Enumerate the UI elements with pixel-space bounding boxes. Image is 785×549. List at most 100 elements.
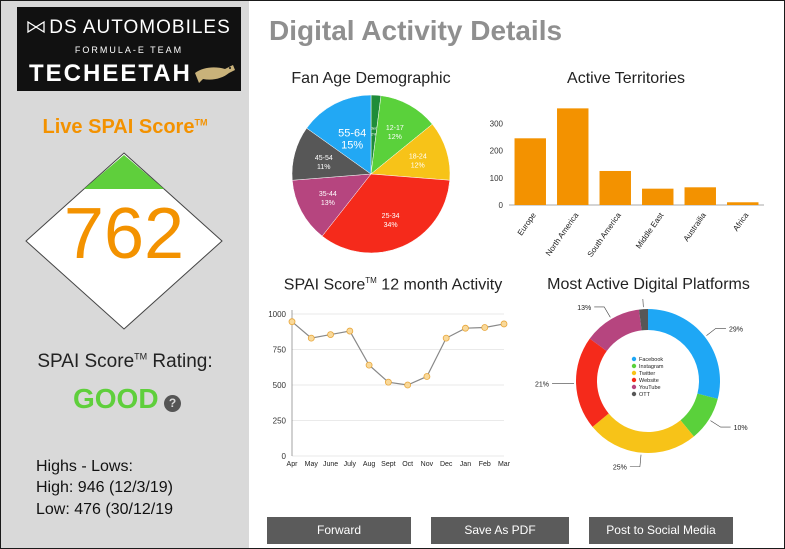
activity-line (291, 321, 505, 386)
high-value: High: 946 (12/3/19) (36, 479, 173, 496)
brand-team: FORMULA-E TEAM (74, 45, 184, 55)
activity-point (442, 334, 450, 342)
activity-chart-title: SPAI ScoreTM 12 month Activity (283, 276, 503, 294)
legend-swatch (631, 370, 637, 376)
platforms-donut-chart: 29% 10% 25% 21% 13% 2% FacebookInstagramTwitte… (535, 299, 748, 472)
activity-xtick: Oct (402, 461, 413, 468)
age-slice-pct: 12% (388, 134, 402, 141)
territories-bar (727, 202, 759, 205)
legend-label: Facebook (639, 357, 663, 363)
live-score-title: Live SPAI ScoreTM (42, 116, 208, 138)
help-icon[interactable]: ? (164, 395, 181, 412)
platform-pct-label: 29% (729, 326, 743, 333)
forward-button[interactable]: Forward (267, 517, 411, 544)
activity-xtick: Mar (498, 461, 511, 468)
activity-point (500, 320, 508, 328)
territories-xtick: Europe (516, 211, 538, 238)
activity-xtick: Dec (440, 461, 453, 468)
territories-xtick: North America (544, 211, 581, 258)
activity-point (346, 327, 354, 335)
legend-swatch (631, 363, 637, 369)
cheetah-icon (195, 65, 235, 83)
activity-xtick: Sept (381, 461, 395, 468)
activity-point (288, 318, 296, 326)
activity-xtick: Jan (460, 461, 471, 468)
trend-up-icon (84, 155, 164, 189)
platform-leader (710, 420, 731, 428)
activity-point (365, 361, 373, 369)
age-slice-pct: 11% (317, 164, 331, 171)
post-social-button[interactable]: Post to Social Media (589, 517, 733, 544)
platform-pct-label: 25% (613, 465, 627, 472)
highs-lows-title: Highs - Lows: (36, 458, 133, 475)
age-slice-label: 18-24 (409, 153, 427, 160)
age-slice-pct: 34% (384, 222, 398, 229)
age-slice-pct: 13% (321, 200, 335, 207)
territories-ytick: 200 (490, 147, 504, 156)
activity-xtick: Apr (287, 461, 299, 468)
legend-swatch (631, 377, 637, 383)
legend-swatch (631, 356, 637, 362)
activity-point (462, 324, 469, 332)
activity-point (423, 373, 431, 380)
activity-point (327, 331, 334, 338)
save-pdf-button[interactable]: Save As PDF (431, 517, 569, 544)
platform-pct-label: 13% (577, 305, 591, 312)
activity-point (404, 381, 412, 389)
activity-xtick: Aug (363, 461, 376, 468)
age-slice-label: 45-54 (315, 155, 333, 162)
territories-ytick: 100 (490, 174, 504, 183)
activity-ytick: 0 (282, 452, 287, 461)
territories-ytick: 300 (490, 119, 504, 128)
territories-bar (684, 187, 716, 205)
territories-xtick: South America (586, 211, 624, 259)
legend-swatch (631, 384, 637, 390)
rating-value: GOOD (73, 383, 159, 414)
legend-label: OTT (639, 392, 651, 398)
platform-pct-label: 2% (619, 299, 629, 300)
legend-label: Website (639, 378, 659, 384)
platform-pct-label: 10% (734, 425, 748, 432)
platforms-chart-title: Most Active Digital Platforms (547, 276, 750, 293)
platform-leader (629, 454, 642, 467)
platform-leader (706, 327, 726, 336)
age-slice-label: 35-44 (319, 191, 337, 198)
territories-xtick: Austrailia (682, 211, 709, 244)
activity-xtick: June (323, 461, 338, 468)
age-slice-pct: 12% (411, 162, 425, 169)
team-logo: DS AUTOMOBILES FORMULA-E TEAM TECHEETAH (17, 7, 241, 91)
platform-slice (576, 338, 609, 427)
activity-xtick: Nov (421, 461, 434, 468)
activity-point (384, 378, 392, 386)
territories-bar-chart: 0 100 200 300 Europe North America South Ameri… (490, 108, 764, 259)
low-value: Low: 476 (30/12/19 (36, 501, 173, 518)
platform-leader (594, 306, 611, 318)
activity-ytick: 500 (273, 381, 287, 390)
platform-leader (642, 299, 644, 308)
age-chart-title: Fan Age Demographic (291, 70, 451, 87)
activity-line-chart: 0 250 500 750 1000 Apr May June July Aug Sept Oct No… (268, 310, 511, 468)
legend-label: YouTube (639, 385, 661, 391)
live-score-value: 762 (63, 194, 185, 274)
activity-ytick: 750 (273, 346, 287, 355)
legend-label: Twitter (639, 371, 655, 377)
activity-xtick: July (344, 461, 357, 468)
legend-label: Instagram (639, 364, 664, 370)
age-slice-pct: 15% (341, 139, 363, 151)
territories-chart-title: Active Territories (567, 70, 685, 87)
activity-point (481, 324, 489, 331)
territories-xtick: Africa (731, 211, 750, 233)
territories-bar (642, 188, 674, 205)
rating-label: SPAI ScoreTM Rating: (37, 351, 213, 372)
age-slice-label: 25-34 (382, 213, 400, 220)
activity-xtick: Feb (479, 461, 491, 468)
activity-point (307, 334, 315, 342)
age-slice-label: 12-17 (386, 125, 404, 132)
activity-ytick: 250 (273, 417, 287, 426)
ds-logo-icon (27, 20, 45, 34)
age-slice-label: 55-64 (338, 127, 366, 139)
territories-ytick: 0 (499, 201, 504, 210)
age-pie-chart: Under 182%12-1712%18-2412%25-3434%35-441… (291, 94, 451, 254)
platform-slice (592, 413, 694, 453)
activity-xtick: May (305, 461, 319, 468)
